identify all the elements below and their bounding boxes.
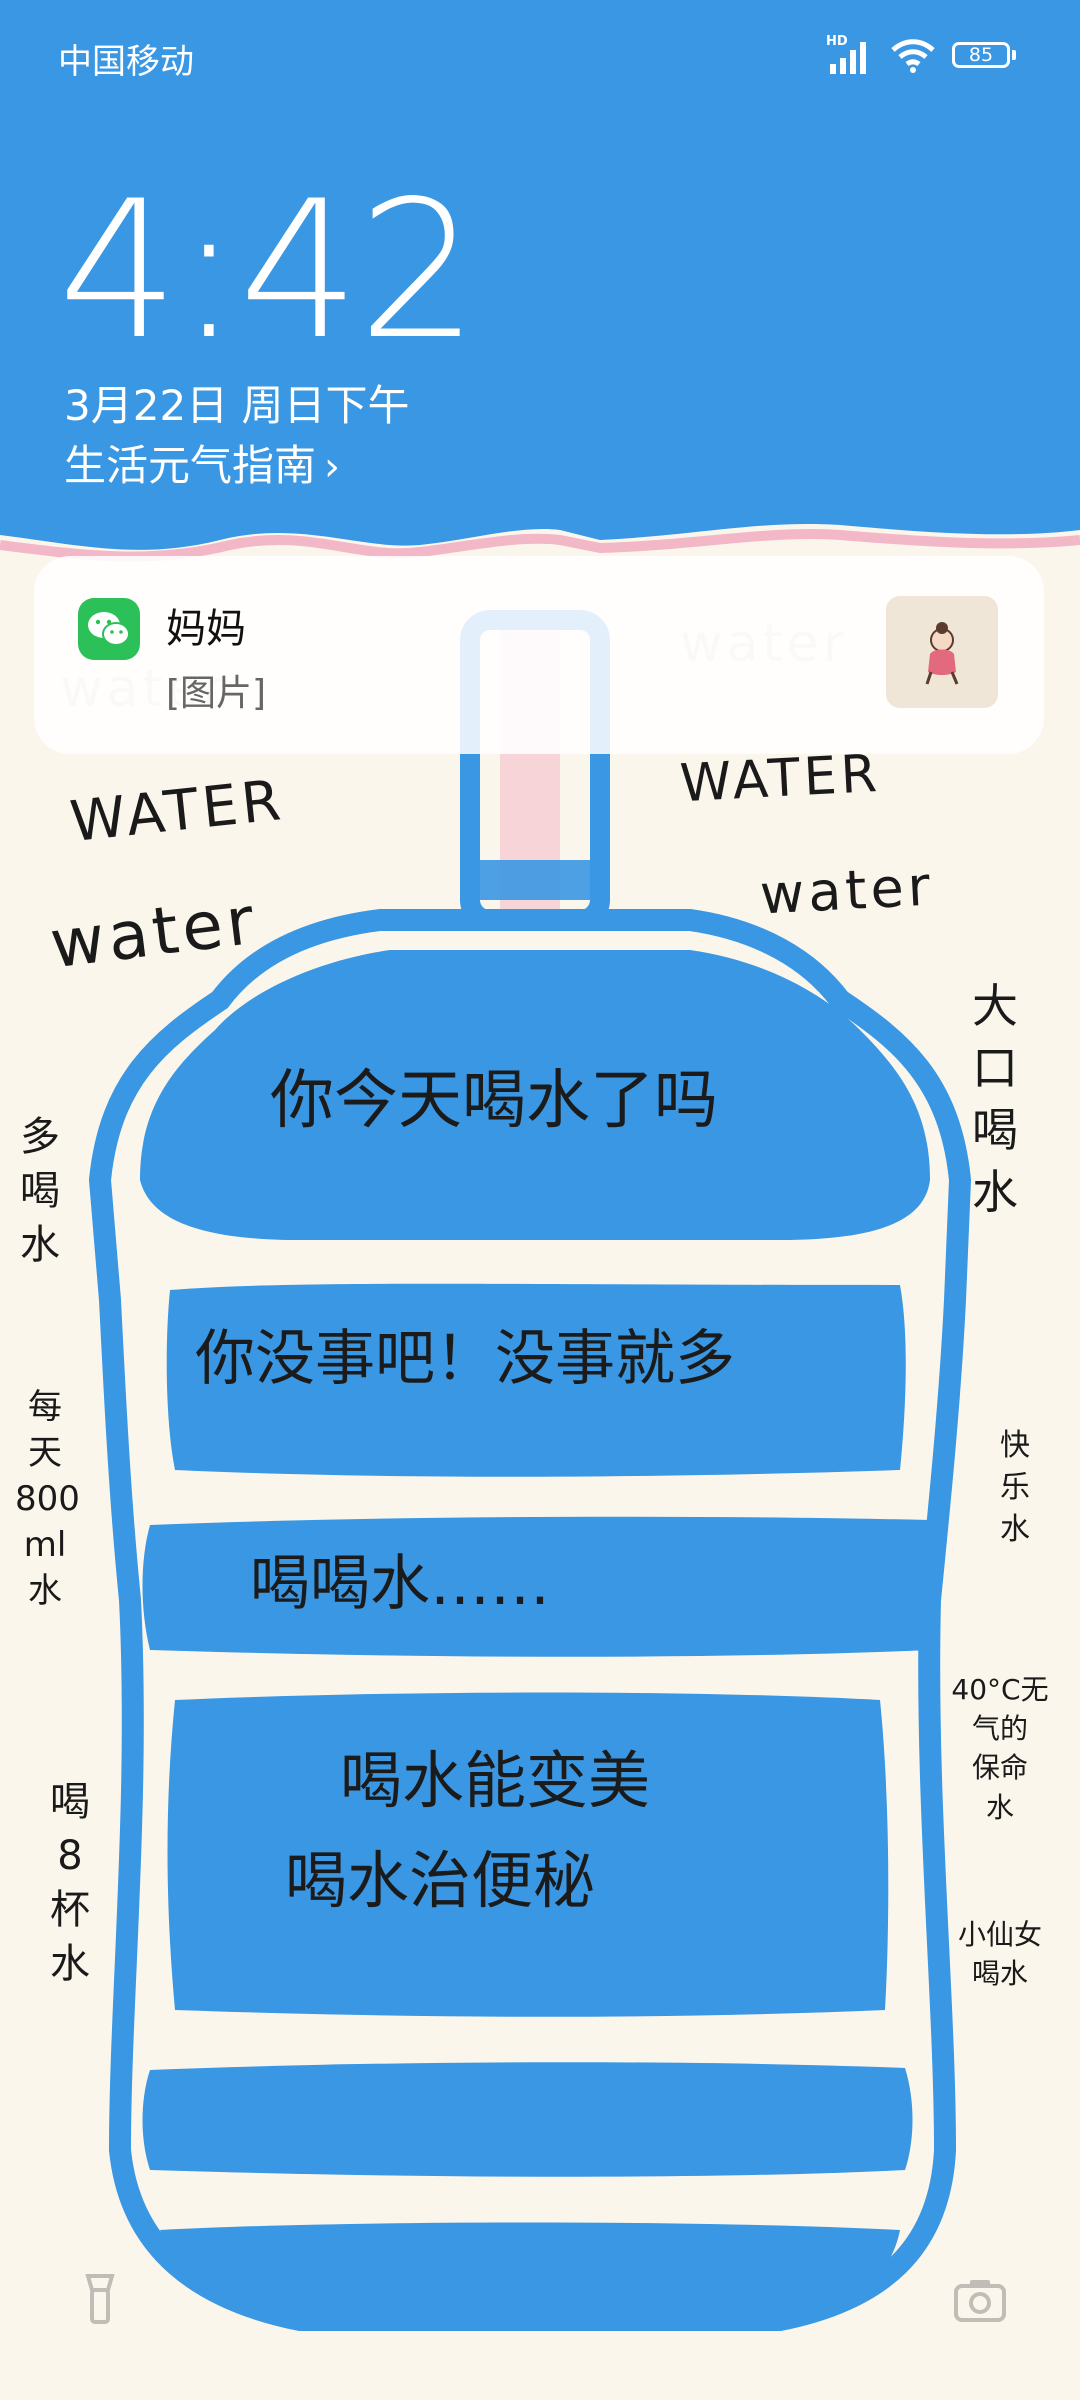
bottle-text-line3: 喝喝水…… bbox=[250, 1549, 550, 1619]
cellular-signal-icon bbox=[830, 42, 866, 74]
side-text-right-4: 小仙女 喝水 bbox=[957, 1918, 1042, 1991]
bottle-text-line5: 喝水治便秘 bbox=[285, 1844, 596, 1917]
status-bar: 中国移动 HD 85 bbox=[0, 0, 1080, 120]
wechat-icon bbox=[78, 598, 140, 660]
bottle-text-line1: 你今天喝水了吗 bbox=[270, 1064, 718, 1138]
bottle-text-line2: 你没事吧！没事就多 bbox=[195, 1324, 735, 1394]
side-text-left-1: 多 喝 水 bbox=[20, 1114, 60, 1268]
wifi-icon bbox=[891, 39, 935, 73]
lockscreen-clock: 4:42 bbox=[58, 160, 479, 381]
side-text-left-2: 每 天 800 ml 水 bbox=[15, 1387, 80, 1611]
side-text-left-3: 喝 8 杯 水 bbox=[50, 1779, 90, 1987]
sticker-thumbnail bbox=[886, 596, 998, 708]
notification-body: [图片] bbox=[166, 673, 267, 714]
flashlight-icon[interactable] bbox=[70, 2270, 130, 2330]
side-text-right-1: 大 口 喝 水 bbox=[972, 979, 1018, 1220]
side-text-right-2: 快 乐 水 bbox=[1000, 1428, 1030, 1547]
battery-tip bbox=[1012, 50, 1016, 60]
lockscreen-date: 3月22日 周日下午 bbox=[64, 381, 410, 430]
battery-indicator: 85 bbox=[952, 42, 1010, 68]
side-text-right-3: 40°C无 气的 保命 水 bbox=[951, 1673, 1049, 1824]
lifestyle-guide-label: 生活元气指南 bbox=[64, 441, 317, 490]
camera-icon[interactable] bbox=[950, 2270, 1010, 2330]
lifestyle-guide-link[interactable]: 生活元气指南 › bbox=[64, 432, 340, 493]
bottle-text-line4: 喝水能变美 bbox=[340, 1744, 651, 1817]
notification-sender: 妈妈 bbox=[166, 606, 246, 652]
wallpaper-word-water-upper-right: WATER bbox=[678, 743, 883, 815]
chevron-right-icon: › bbox=[324, 444, 341, 490]
carrier-label: 中国移动 bbox=[58, 42, 194, 82]
wallpaper-word-water-lower-right: water bbox=[758, 854, 936, 927]
wechat-notification-card[interactable]: 妈妈 [图片] bbox=[34, 556, 1044, 754]
